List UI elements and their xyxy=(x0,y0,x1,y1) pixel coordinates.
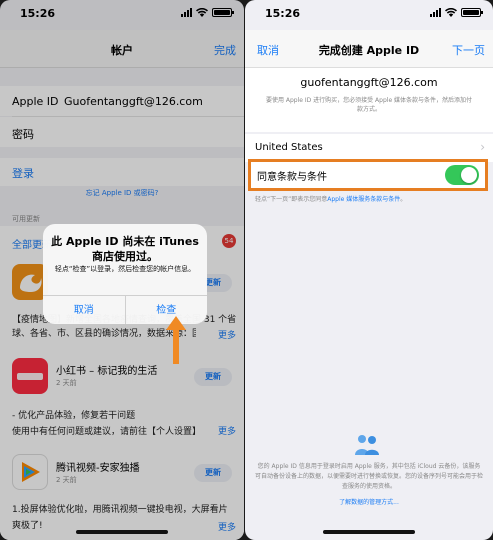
country-row[interactable]: United States › xyxy=(245,134,493,162)
account-summary: guofentanggft@126.com 要使用 Apple ID 进行购买，… xyxy=(245,68,493,132)
chevron-right-icon: › xyxy=(480,140,485,154)
status-bar: 15:26 xyxy=(245,0,493,26)
itunes-alert-dialog: 此 Apple ID 尚未在 iTunes 商店使用过。 轻点“检查”以登录，然… xyxy=(43,224,207,324)
alert-message: 轻点“检查”以登录，然后检查您的帐户信息。 xyxy=(54,265,196,273)
privacy-footer-text: 您的 Apple ID 信息用于登录时启用 Apple 服务，其中包括 iClo… xyxy=(255,463,484,490)
orange-arrow-icon xyxy=(166,316,186,364)
next-page-button[interactable]: 下一页 xyxy=(452,42,485,58)
wifi-icon xyxy=(445,8,457,17)
signal-icon xyxy=(430,8,441,17)
nav-bar: 取消 完成创建 Apple ID 下一页 xyxy=(245,30,493,68)
battery-icon xyxy=(461,8,483,17)
account-email: guofentanggft@126.com xyxy=(300,76,438,89)
terms-link[interactable]: Apple 媒体服务条款与条件 xyxy=(327,196,400,203)
agree-terms-toggle[interactable] xyxy=(445,165,479,185)
terms-hint: 轻点“下一页”即表示您同意Apple 媒体服务条款与条件。 xyxy=(255,194,487,203)
terms-hint-end: 。 xyxy=(400,196,407,203)
agree-terms-label: 同意条款与条件 xyxy=(257,172,327,183)
status-time: 15:26 xyxy=(265,7,301,20)
alert-cancel-button[interactable]: 取消 xyxy=(43,296,125,324)
left-screen: 15:26 帐户 完成 Apple ID Guofentanggft@126.co… xyxy=(0,0,244,540)
status-icons xyxy=(430,8,483,17)
home-indicator xyxy=(323,530,415,534)
toggle-knob xyxy=(461,167,477,183)
privacy-people-icon xyxy=(355,435,379,455)
alert-title: 此 Apple ID 尚未在 iTunes 商店使用过。 xyxy=(51,235,199,263)
right-screen: 15:26 取消 完成创建 Apple ID 下一页 guofentanggft… xyxy=(245,0,493,540)
data-management-link[interactable]: 了解数据的管理方式... xyxy=(245,497,493,506)
home-indicator xyxy=(76,530,168,534)
agree-terms-row: 同意条款与条件 xyxy=(248,159,488,191)
account-description: 要使用 Apple ID 进行购买，您必须接受 Apple 媒体条款与条件，然后… xyxy=(265,97,473,113)
country-value: United States xyxy=(255,142,323,153)
terms-hint-text: 轻点“下一页”即表示您同意 xyxy=(255,196,328,203)
